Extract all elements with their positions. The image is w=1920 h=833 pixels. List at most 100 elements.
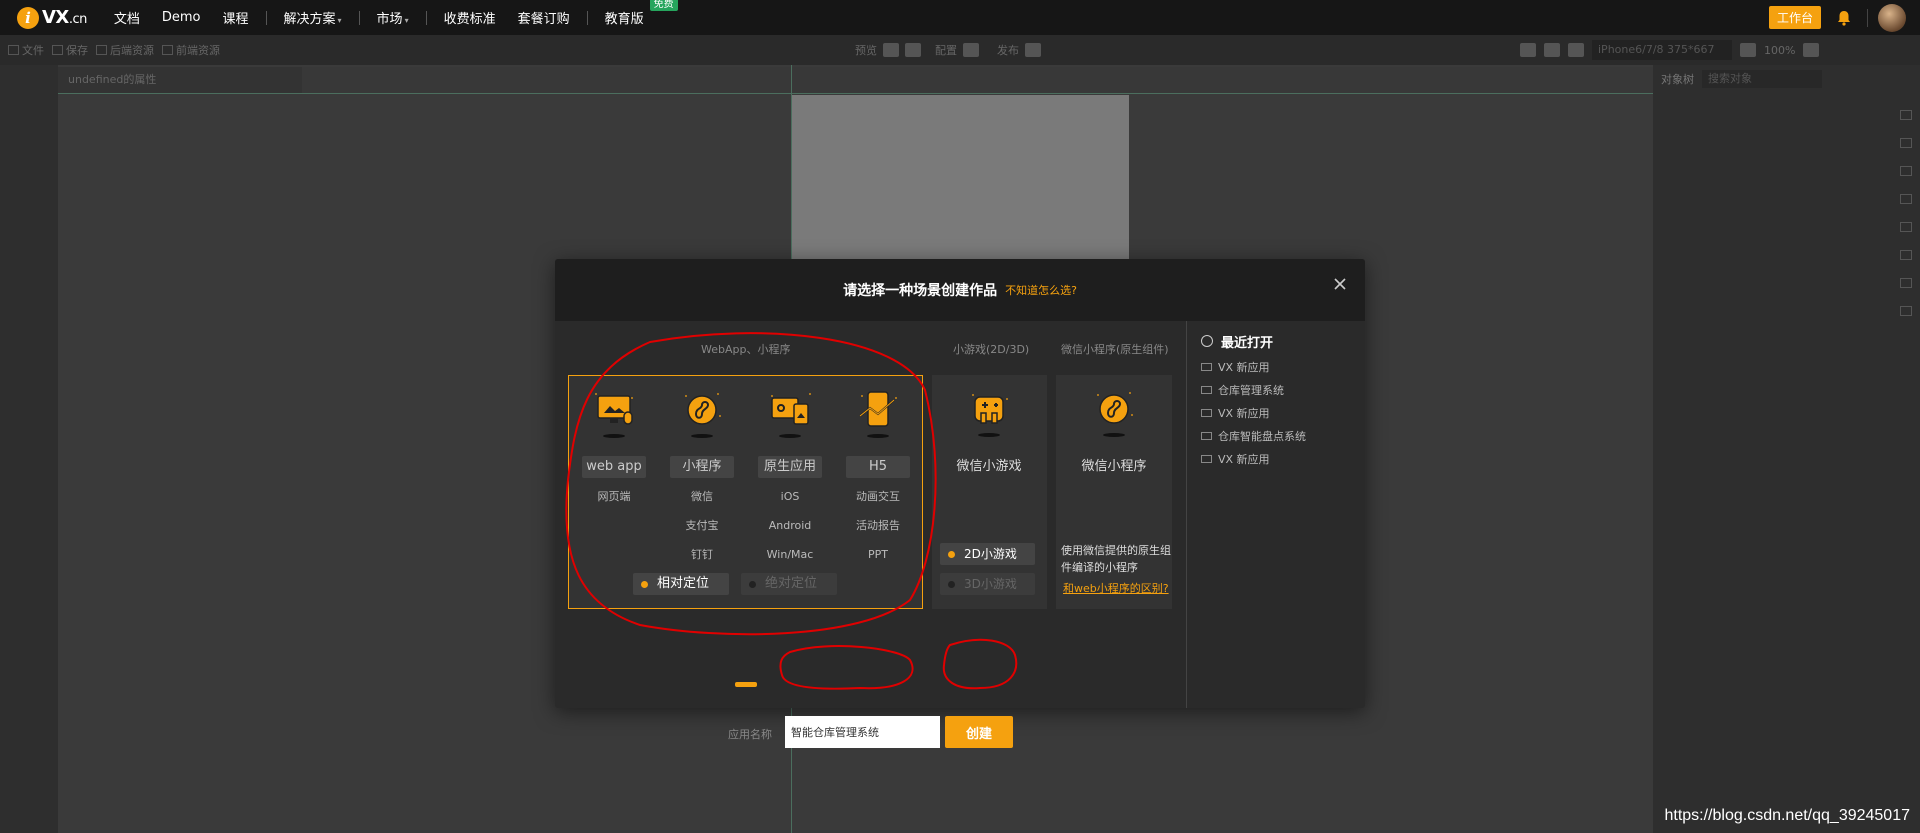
game-3d-option[interactable]: 3D小游戏 [940, 573, 1035, 595]
editor-toolbar: 文件 保存 后端资源 前端资源 预览 配置 发布 iPhone6/7/8 375… [0, 35, 1920, 65]
file-button[interactable]: 文件 [8, 42, 44, 58]
caret-icon: ▾ [404, 16, 409, 25]
config-label[interactable]: 配置 [935, 42, 957, 58]
app-icon [1201, 454, 1212, 463]
align-left-icon[interactable] [1520, 43, 1536, 57]
phone-canvas[interactable] [791, 95, 1129, 265]
category-sub: iOS [780, 490, 800, 503]
nav-education[interactable]: 教育版 免费 [605, 0, 678, 27]
nav-market[interactable]: 市场 ▾ [377, 8, 409, 27]
tab-object-tree[interactable]: 对象树 [1661, 71, 1694, 87]
category-sub: 钉钉 [691, 548, 713, 561]
top-navbar: i VX.cn 文档 Demo 课程 解决方案 ▾ 市场 ▾ 收费标准 套餐订购 教… [0, 0, 1920, 35]
nav-docs[interactable]: 文档 [114, 8, 140, 27]
category-webapp[interactable]: web app 网页端 [571, 386, 657, 511]
props-panel-header: undefined的属性 [58, 67, 302, 93]
nav-solutions[interactable]: 解决方案 ▾ [284, 8, 342, 27]
miniprogram-icon [1097, 392, 1133, 437]
scene-selection: WebApp、小程序 小游戏(2D/3D) 微信小程序(原生组件) web ap… [555, 321, 1187, 748]
zoom-level[interactable]: 100% [1764, 44, 1795, 57]
app-icon [1201, 408, 1212, 417]
zoom-icon[interactable] [1740, 43, 1756, 57]
game-2d-option[interactable]: 2D小游戏 [940, 543, 1035, 565]
bell-icon[interactable] [1837, 10, 1851, 26]
target-icon[interactable] [1900, 278, 1912, 288]
nav-courses[interactable]: 课程 [223, 8, 249, 27]
layers-icon[interactable] [1900, 166, 1912, 176]
wx-miniprogram-card[interactable]: 微信小程序 使用微信提供的原生组件编译的小程序 和web小程序的区别? [1056, 375, 1172, 609]
category-native-label: 原生应用 [758, 456, 822, 478]
recent-item[interactable]: VX 新应用 [1201, 447, 1365, 470]
category-native[interactable]: 原生应用 iOS Android Win/Mac [747, 386, 833, 569]
category-h5[interactable]: H5 动画交互 活动报告 PPT [835, 386, 921, 569]
app-name-input[interactable] [785, 716, 940, 748]
app-icon [1201, 431, 1212, 440]
nav-demo[interactable]: Demo [162, 10, 201, 25]
save-icon [52, 45, 63, 55]
cube-icon[interactable] [1900, 222, 1912, 232]
object-search-input[interactable]: 搜索对象 [1702, 70, 1822, 88]
nav-divider [358, 10, 360, 25]
settings-icon[interactable] [1900, 194, 1912, 204]
devices-icon [771, 393, 811, 438]
guide-line [58, 93, 1653, 94]
monitor-icon[interactable] [1568, 43, 1584, 57]
publish-label[interactable]: 发布 [997, 42, 1019, 58]
category-sub: 微信 [691, 490, 713, 503]
relative-position-option[interactable]: 相对定位 [633, 573, 729, 595]
category-sub: Android [768, 519, 812, 532]
recent-item[interactable]: VX 新应用 [1201, 401, 1365, 424]
preview-label[interactable]: 预览 [855, 42, 877, 58]
recent-item[interactable]: 仓库管理系统 [1201, 378, 1365, 401]
sliders-icon[interactable] [963, 43, 979, 57]
section-game-label: 小游戏(2D/3D) [953, 343, 1030, 356]
save-button[interactable]: 保存 [52, 42, 88, 58]
list-icon[interactable] [1900, 250, 1912, 260]
keyboard-icon[interactable] [1900, 306, 1912, 316]
gamepad-icon [972, 394, 1008, 437]
send-icon[interactable] [1025, 43, 1041, 57]
logo[interactable]: i VX.cn [17, 6, 87, 29]
minigame-card[interactable]: 微信小游戏 2D小游戏 3D小游戏 [932, 375, 1047, 609]
caret-icon: ▾ [337, 16, 342, 25]
nav-pricing[interactable]: 收费标准 [444, 8, 496, 27]
absolute-position-option[interactable]: 绝对定位 [741, 573, 837, 595]
folder-icon [8, 45, 19, 55]
recent-item[interactable]: VX 新应用 [1201, 355, 1365, 378]
app-icon [1201, 362, 1212, 371]
play-icon[interactable] [883, 43, 899, 57]
nav-divider [586, 10, 588, 25]
avatar[interactable] [1878, 3, 1906, 32]
ruler [302, 67, 1653, 93]
code-icon[interactable] [1900, 138, 1912, 148]
align-center-icon[interactable] [1544, 43, 1560, 57]
category-sub: 网页端 [597, 490, 631, 503]
create-project-dialog: 请选择一种场景创建作品 不知道怎么选? WebApp、小程序 小游戏(2D/3D… [555, 259, 1365, 748]
category-miniprogram[interactable]: 小程序 微信 支付宝 钉钉 [659, 386, 745, 569]
object-tree-panel: 对象树 搜索对象 [1653, 65, 1920, 833]
bookmark-icon[interactable] [1900, 110, 1912, 120]
wx-difference-link[interactable]: 和web小程序的区别? [1063, 580, 1169, 596]
section-webapp-label: WebApp、小程序 [701, 343, 791, 356]
close-icon[interactable] [1333, 277, 1347, 291]
workbench-button[interactable]: 工作台 [1768, 6, 1821, 29]
help-link[interactable]: 不知道怎么选? [1005, 282, 1077, 298]
recent-item[interactable]: 仓库智能盘点系统 [1201, 424, 1365, 447]
backend-resources-button[interactable]: 后端资源 [96, 42, 154, 58]
create-button[interactable]: 创建 [945, 716, 1013, 748]
left-rail [0, 65, 58, 833]
webapp-card[interactable]: web app 网页端 小程序 微信 支付宝 钉钉 原生应用 iOS Andro… [568, 375, 923, 609]
frontend-resources-button[interactable]: 前端资源 [162, 42, 220, 58]
recent-title: 最近打开 [1201, 331, 1365, 351]
fullscreen-icon[interactable] [1803, 43, 1820, 57]
category-sub: Win/Mac [766, 548, 814, 561]
database-icon [96, 45, 107, 55]
nav-plans[interactable]: 套餐订购 [518, 8, 570, 27]
device-select[interactable]: iPhone6/7/8 375*667 [1592, 40, 1732, 60]
category-sub: 活动报告 [856, 519, 900, 532]
minigame-title: 微信小游戏 [956, 459, 1022, 474]
miniprogram-icon [685, 393, 721, 438]
free-badge: 免费 [649, 0, 678, 11]
qrcode-icon[interactable] [905, 43, 921, 57]
page-indicator[interactable] [735, 682, 757, 687]
